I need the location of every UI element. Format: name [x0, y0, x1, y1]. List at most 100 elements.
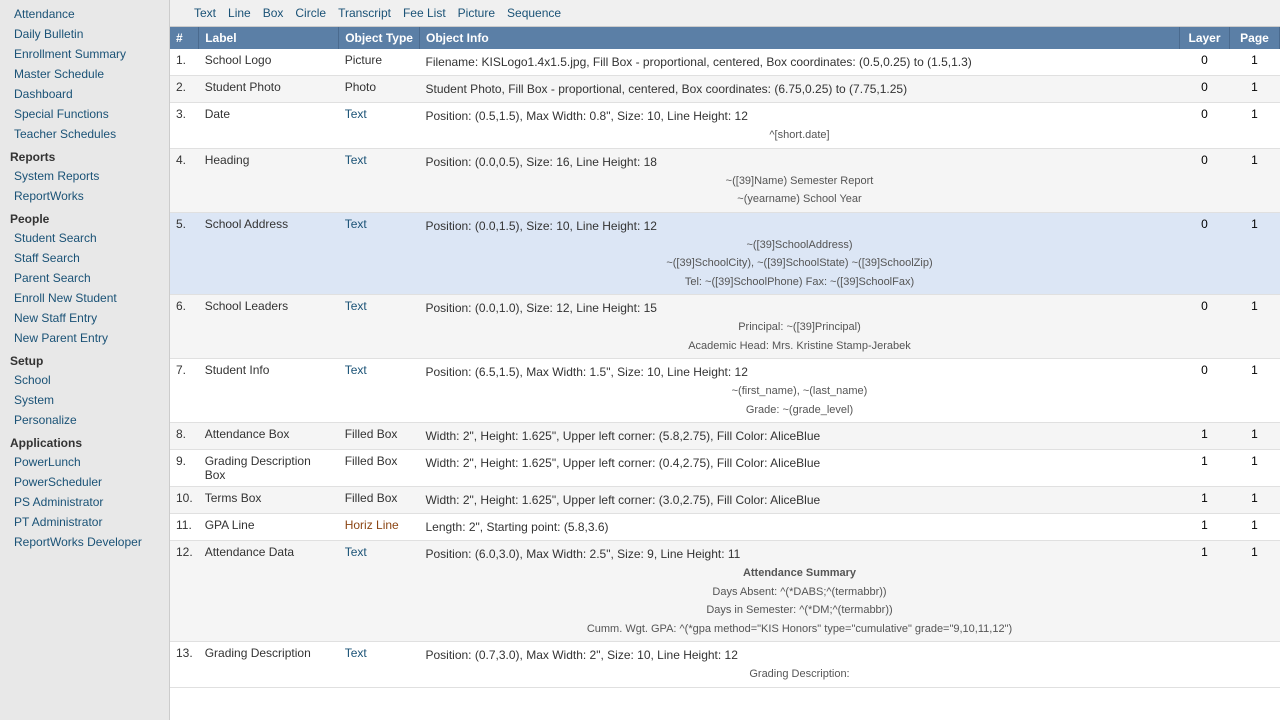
- table-area: #LabelObject TypeObject InfoLayerPage 1.…: [170, 27, 1280, 720]
- toolbar-link-sequence[interactable]: Sequence: [507, 6, 561, 20]
- sidebar-system-reports[interactable]: System Reports: [0, 166, 169, 186]
- row-type: Text: [339, 212, 420, 295]
- row-type: Picture: [339, 49, 420, 76]
- info-sub-text: Tel: ~([39]SchoolPhone) Fax: ~([39]Schoo…: [425, 274, 1173, 291]
- sidebar-powerlunch[interactable]: PowerLunch: [0, 452, 169, 472]
- row-label: Attendance Data: [199, 541, 339, 642]
- row-num: 6.: [170, 295, 199, 359]
- row-type: Text: [339, 541, 420, 642]
- table-row[interactable]: 4.HeadingTextPosition: (0.0,0.5), Size: …: [170, 148, 1280, 212]
- sidebar: AttendanceDaily BulletinEnrollment Summa…: [0, 0, 170, 720]
- row-info: Position: (0.5,1.5), Max Width: 0.8", Si…: [419, 103, 1179, 149]
- toolbar-link-fee list[interactable]: Fee List: [403, 6, 446, 20]
- sidebar-staff-search[interactable]: Staff Search: [0, 248, 169, 268]
- row-layer: [1180, 642, 1230, 688]
- col-header-#: #: [170, 27, 199, 49]
- sidebar-teacher-schedules[interactable]: Teacher Schedules: [0, 124, 169, 144]
- row-info: Width: 2", Height: 1.625", Upper left co…: [419, 423, 1179, 450]
- row-layer: 0: [1180, 212, 1230, 295]
- sidebar-pt-administrator[interactable]: PT Administrator: [0, 512, 169, 532]
- info-sub-text: Grading Description:: [425, 666, 1173, 683]
- table-row[interactable]: 10.Terms BoxFilled BoxWidth: 2", Height:…: [170, 487, 1280, 514]
- info-sub-text: ~(first_name), ~(last_name): [425, 383, 1173, 400]
- row-layer: 0: [1180, 76, 1230, 103]
- row-num: 3.: [170, 103, 199, 149]
- sidebar-powerscheduler[interactable]: PowerScheduler: [0, 472, 169, 492]
- sidebar-enroll-new-student[interactable]: Enroll New Student: [0, 288, 169, 308]
- row-num: 4.: [170, 148, 199, 212]
- sidebar-daily-bulletin[interactable]: Daily Bulletin: [0, 24, 169, 44]
- row-label: Attendance Box: [199, 423, 339, 450]
- row-page: 1: [1230, 487, 1280, 514]
- row-num: 9.: [170, 450, 199, 487]
- table-row[interactable]: 5.School AddressTextPosition: (0.0,1.5),…: [170, 212, 1280, 295]
- sidebar-reportworks-developer[interactable]: ReportWorks Developer: [0, 532, 169, 552]
- toolbar-link-box[interactable]: Box: [263, 6, 284, 20]
- row-page: 1: [1230, 359, 1280, 423]
- row-layer: 0: [1180, 295, 1230, 359]
- sidebar-master-schedule[interactable]: Master Schedule: [0, 64, 169, 84]
- sidebar-new-parent-entry[interactable]: New Parent Entry: [0, 328, 169, 348]
- row-page: 1: [1230, 76, 1280, 103]
- row-num: 13.: [170, 642, 199, 688]
- table-row[interactable]: 7.Student InfoTextPosition: (6.5,1.5), M…: [170, 359, 1280, 423]
- row-label: Student Photo: [199, 76, 339, 103]
- row-label: School Address: [199, 212, 339, 295]
- toolbar: Text Line Box Circle Transcript Fee List Pictu…: [170, 0, 1280, 27]
- info-sub-text: Academic Head: Mrs. Kristine Stamp-Jerab…: [425, 338, 1173, 355]
- sidebar-attendance[interactable]: Attendance: [0, 4, 169, 24]
- row-label: GPA Line: [199, 514, 339, 541]
- table-row[interactable]: 8.Attendance BoxFilled BoxWidth: 2", Hei…: [170, 423, 1280, 450]
- row-page: 1: [1230, 450, 1280, 487]
- sidebar-section-applications: Applications: [0, 430, 169, 452]
- sidebar-school[interactable]: School: [0, 370, 169, 390]
- table-row[interactable]: 6.School LeadersTextPosition: (0.0,1.0),…: [170, 295, 1280, 359]
- row-label: Terms Box: [199, 487, 339, 514]
- main-content: Text Line Box Circle Transcript Fee List Pictu…: [170, 0, 1280, 720]
- table-row[interactable]: 12.Attendance DataTextPosition: (6.0,3.0…: [170, 541, 1280, 642]
- table-row[interactable]: 3.DateTextPosition: (0.5,1.5), Max Width…: [170, 103, 1280, 149]
- sidebar-parent-search[interactable]: Parent Search: [0, 268, 169, 288]
- info-sub-text: ~([39]SchoolAddress): [425, 237, 1173, 254]
- sidebar-student-search[interactable]: Student Search: [0, 228, 169, 248]
- toolbar-link-circle[interactable]: Circle: [295, 6, 326, 20]
- row-info: Width: 2", Height: 1.625", Upper left co…: [419, 487, 1179, 514]
- sidebar-new-staff-entry[interactable]: New Staff Entry: [0, 308, 169, 328]
- sidebar-reportworks[interactable]: ReportWorks: [0, 186, 169, 206]
- row-label: School Logo: [199, 49, 339, 76]
- row-layer: 1: [1180, 541, 1230, 642]
- row-type: Text: [339, 295, 420, 359]
- row-num: 7.: [170, 359, 199, 423]
- info-sub-text: ~([39]SchoolCity), ~([39]SchoolState) ~(…: [425, 255, 1173, 272]
- row-num: 2.: [170, 76, 199, 103]
- toolbar-link-transcript[interactable]: Transcript: [338, 6, 391, 20]
- info-sub-text: Attendance Summary: [425, 565, 1173, 582]
- sidebar-ps-administrator[interactable]: PS Administrator: [0, 492, 169, 512]
- row-type: Text: [339, 103, 420, 149]
- row-info: Position: (0.0,1.0), Size: 12, Line Heig…: [419, 295, 1179, 359]
- toolbar-link-text[interactable]: Text: [194, 6, 216, 20]
- sidebar-system[interactable]: System: [0, 390, 169, 410]
- row-page: 1: [1230, 541, 1280, 642]
- info-sub-text: Cumm. Wgt. GPA: ^(*gpa method="KIS Honor…: [425, 621, 1173, 638]
- table-row[interactable]: 9.Grading Description BoxFilled BoxWidth…: [170, 450, 1280, 487]
- row-type: Photo: [339, 76, 420, 103]
- table-row[interactable]: 11.GPA LineHoriz LineLength: 2", Startin…: [170, 514, 1280, 541]
- table-row[interactable]: 2.Student PhotoPhotoStudent Photo, Fill …: [170, 76, 1280, 103]
- sidebar-enrollment-summary[interactable]: Enrollment Summary: [0, 44, 169, 64]
- info-sub-text: Days Absent: ^(*DABS;^(termabbr)): [425, 584, 1173, 601]
- sidebar-dashboard[interactable]: Dashboard: [0, 84, 169, 104]
- info-sub-text: Principal: ~([39]Principal): [425, 319, 1173, 336]
- row-page: 1: [1230, 103, 1280, 149]
- row-info: Position: (6.0,3.0), Max Width: 2.5", Si…: [419, 541, 1179, 642]
- table-row[interactable]: 13.Grading DescriptionTextPosition: (0.7…: [170, 642, 1280, 688]
- col-header-object-type: Object Type: [339, 27, 420, 49]
- row-label: Heading: [199, 148, 339, 212]
- toolbar-link-picture[interactable]: Picture: [458, 6, 495, 20]
- toolbar-link-line[interactable]: Line: [228, 6, 251, 20]
- row-type: Horiz Line: [339, 514, 420, 541]
- row-layer: 1: [1180, 450, 1230, 487]
- sidebar-personalize[interactable]: Personalize: [0, 410, 169, 430]
- table-row[interactable]: 1.School LogoPictureFilename: KISLogo1.4…: [170, 49, 1280, 76]
- sidebar-special-functions[interactable]: Special Functions: [0, 104, 169, 124]
